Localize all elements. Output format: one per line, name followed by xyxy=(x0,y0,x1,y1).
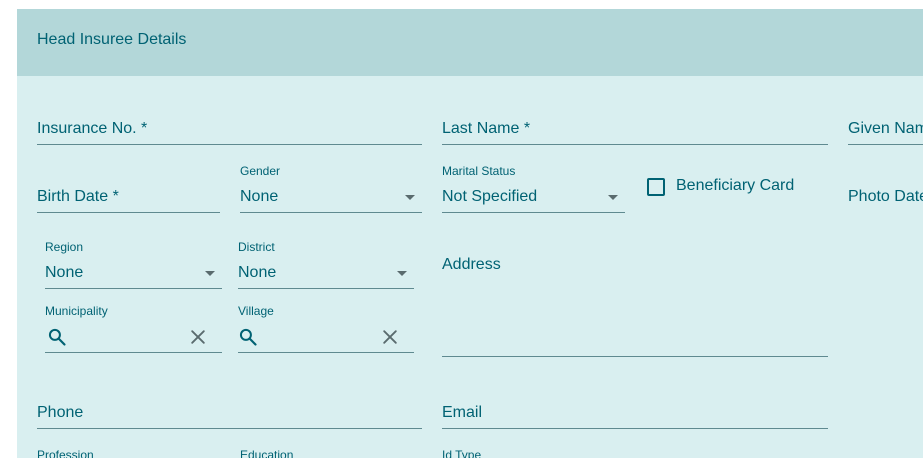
email-label: Email xyxy=(442,404,483,421)
municipality-label: Municipality xyxy=(45,304,108,318)
region-select[interactable]: Region None xyxy=(45,240,222,289)
chevron-down-icon xyxy=(608,195,618,200)
marital-status-select[interactable]: Marital Status Not Specified xyxy=(442,164,625,213)
chevron-down-icon xyxy=(205,271,215,276)
close-icon[interactable] xyxy=(380,327,400,347)
profession-label: Profession xyxy=(37,448,94,458)
phone-label: Phone xyxy=(37,404,84,421)
panel-title: Head Insuree Details xyxy=(37,31,187,48)
region-label: Region xyxy=(45,240,84,254)
profession-select[interactable]: Profession xyxy=(37,448,220,458)
email-field[interactable]: Email xyxy=(442,393,828,429)
gender-value: None xyxy=(240,188,279,205)
address-field[interactable]: Address xyxy=(442,249,828,357)
chevron-down-icon xyxy=(397,271,407,276)
village-label: Village xyxy=(238,304,274,318)
gender-label: Gender xyxy=(240,164,281,178)
insurance-no-field[interactable]: Insurance No. * xyxy=(37,109,422,145)
close-icon[interactable] xyxy=(188,327,208,347)
municipality-autocomplete[interactable]: Municipality xyxy=(45,304,222,353)
id-type-label: Id Type xyxy=(442,448,482,458)
birth-date-label: Birth Date * xyxy=(37,188,119,205)
education-label: Education xyxy=(240,448,294,458)
village-autocomplete[interactable]: Village xyxy=(238,304,414,353)
last-name-field[interactable]: Last Name * xyxy=(442,109,828,145)
district-label: District xyxy=(238,240,275,254)
district-value: None xyxy=(238,264,277,281)
region-value: None xyxy=(45,264,84,281)
chevron-down-icon xyxy=(405,195,415,200)
photo-date-field[interactable]: Photo Date xyxy=(848,177,923,213)
birth-date-field[interactable]: Birth Date * xyxy=(37,177,220,213)
search-icon xyxy=(48,328,66,346)
id-type-select[interactable]: Id Type xyxy=(442,448,625,458)
panel-header: Head Insuree Details xyxy=(17,9,923,76)
checkbox-box[interactable] xyxy=(647,178,665,196)
insurance-no-label: Insurance No. * xyxy=(37,120,148,137)
district-select[interactable]: District None xyxy=(238,240,414,289)
given-name-field[interactable]: Given Nam xyxy=(848,109,923,145)
marital-status-value: Not Specified xyxy=(442,188,538,205)
beneficiary-card-checkbox[interactable]: Beneficiary Card xyxy=(646,177,836,201)
head-insuree-panel: Head Insuree Details Insurance No. * Las… xyxy=(17,9,923,458)
education-select[interactable]: Education xyxy=(240,448,422,458)
gender-select[interactable]: Gender None xyxy=(240,164,422,213)
given-name-label: Given Nam xyxy=(848,120,923,137)
photo-date-label: Photo Date xyxy=(848,188,923,205)
address-label: Address xyxy=(442,256,501,273)
last-name-label: Last Name * xyxy=(442,120,531,137)
marital-status-label: Marital Status xyxy=(442,164,516,178)
search-icon xyxy=(239,328,257,346)
phone-field[interactable]: Phone xyxy=(37,393,422,429)
beneficiary-card-label: Beneficiary Card xyxy=(676,177,795,194)
